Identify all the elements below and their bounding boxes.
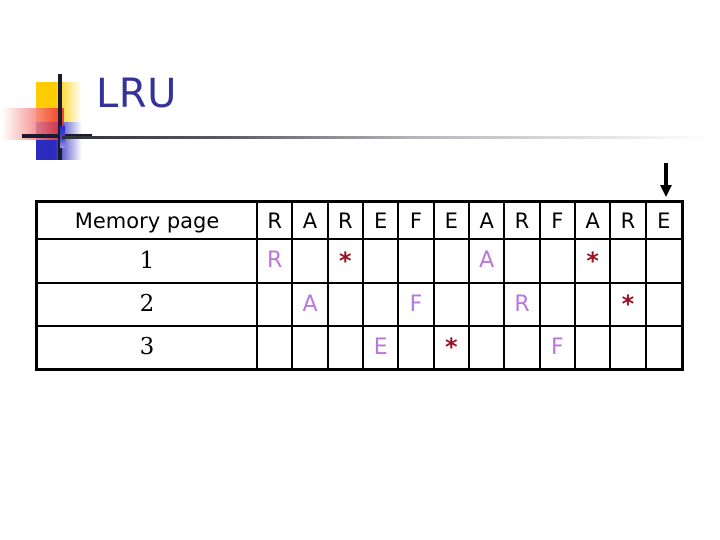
empty-cell [467, 324, 506, 368]
arrow-head [660, 185, 672, 197]
empty-cell [291, 324, 329, 368]
reference-string-cell: R [503, 203, 541, 241]
title-rule [62, 136, 712, 139]
table-row: 3 E * F [38, 324, 681, 368]
reference-string-cell: E [644, 203, 681, 241]
table-row: 2 A F R * [38, 281, 681, 327]
reference-string-cell: F [538, 203, 576, 241]
empty-cell [609, 324, 647, 368]
hit-marker-cell: * [573, 238, 612, 284]
empty-cell [644, 324, 681, 368]
reference-string-cell: E [361, 203, 400, 241]
empty-cell [644, 281, 681, 327]
lru-table: Memory page R A R E F E A R F A R E 1 R * A * 2 A F R * 3 E * F [35, 200, 684, 371]
reference-string-cell: E [432, 203, 470, 241]
page-letter-cell: F [538, 324, 576, 368]
frame-number-label: 2 [38, 281, 258, 327]
empty-cell [397, 324, 435, 368]
empty-cell [397, 238, 435, 284]
page-letter-cell: R [503, 281, 541, 327]
empty-cell [255, 324, 294, 368]
table-row: 1 R * A * [38, 238, 681, 284]
page-letter-cell: R [255, 238, 294, 284]
empty-cell [503, 324, 541, 368]
empty-cell [432, 238, 470, 284]
frame-number-label: 1 [38, 238, 258, 284]
hit-marker-cell: * [432, 324, 470, 368]
lru-grid: Memory page R A R E F E A R F A R E 1 R * A * 2 A F R * 3 E * F [38, 203, 681, 368]
hit-marker-cell: * [609, 281, 647, 327]
page-title: LRU [96, 71, 177, 117]
empty-cell [573, 281, 612, 327]
slide-decoration [2, 72, 100, 160]
reference-string-cell: A [291, 203, 329, 241]
hit-marker-cell: * [326, 238, 364, 284]
frame-number-label: 3 [38, 324, 258, 368]
empty-cell [291, 238, 329, 284]
reference-string-cell: R [255, 203, 294, 241]
empty-cell [255, 281, 294, 327]
empty-cell [609, 238, 647, 284]
empty-cell [361, 281, 400, 327]
memory-page-header-label: Memory page [38, 203, 258, 241]
empty-cell [432, 281, 470, 327]
empty-cell [573, 324, 612, 368]
down-arrow-icon [659, 163, 673, 199]
table-header-row: Memory page R A R E F E A R F A R E [38, 203, 681, 241]
page-letter-cell: A [467, 238, 506, 284]
page-letter-cell: E [361, 324, 400, 368]
empty-cell [361, 238, 400, 284]
reference-string-cell: A [573, 203, 612, 241]
empty-cell [326, 281, 364, 327]
page-letter-cell: F [397, 281, 435, 327]
arrow-shaft [664, 163, 668, 187]
empty-cell [644, 238, 681, 284]
empty-cell [538, 281, 576, 327]
reference-string-cell: R [609, 203, 647, 241]
empty-cell [326, 324, 364, 368]
empty-cell [467, 281, 506, 327]
reference-string-cell: F [397, 203, 435, 241]
empty-cell [538, 238, 576, 284]
reference-string-cell: A [467, 203, 506, 241]
reference-string-cell: R [326, 203, 364, 241]
empty-cell [503, 238, 541, 284]
page-letter-cell: A [291, 281, 329, 327]
